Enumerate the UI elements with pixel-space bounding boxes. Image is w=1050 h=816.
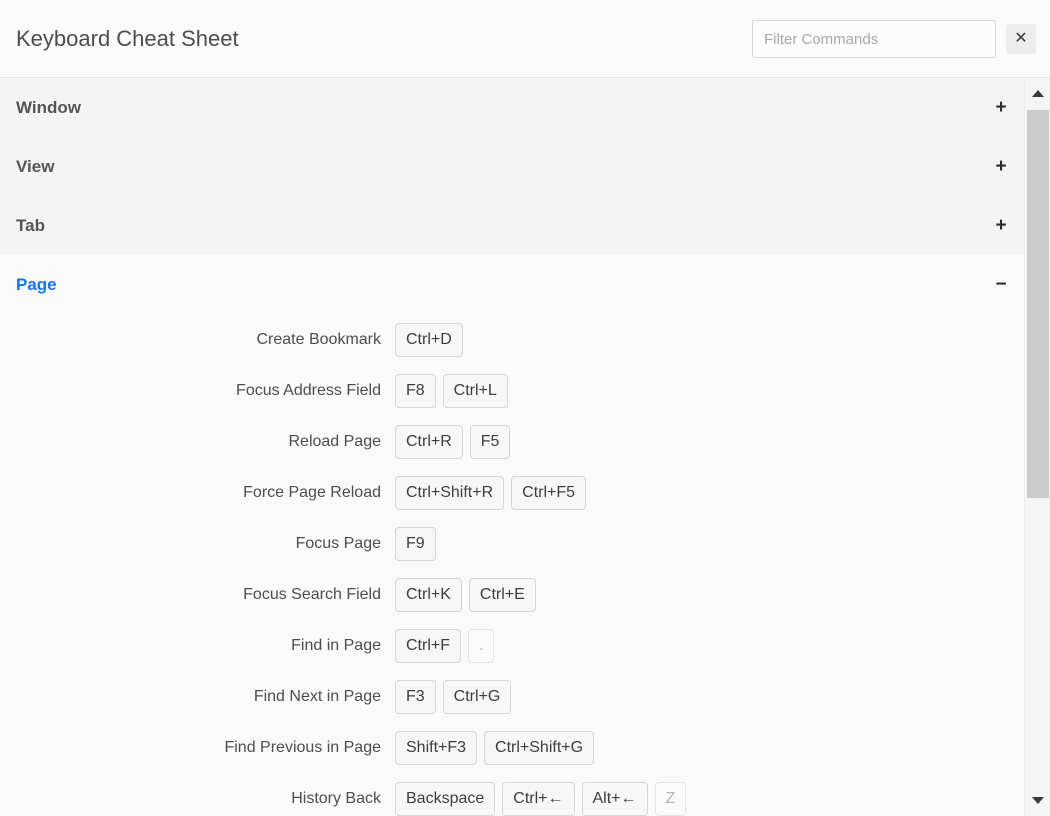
shortcut-keys: Ctrl+R F5	[395, 424, 511, 459]
collapse-icon[interactable]: −	[990, 255, 1012, 314]
shortcut-keys: Ctrl+F.	[395, 628, 495, 663]
scroll-down-button[interactable]	[1025, 786, 1050, 816]
shortcut-keys: Ctrl+D	[395, 322, 463, 357]
key-badge[interactable]: Ctrl+L	[442, 373, 508, 408]
expand-icon[interactable]: +	[990, 78, 1012, 137]
key-badge[interactable]: F3	[395, 679, 436, 714]
key-badge[interactable]: Ctrl+K	[395, 577, 462, 612]
key-badge[interactable]: Ctrl+E	[468, 577, 536, 612]
key-badge[interactable]: .	[468, 628, 495, 663]
key-badge[interactable]: Ctrl+F5	[511, 475, 587, 510]
key-badge[interactable]: Shift+F3	[395, 730, 478, 765]
key-badge[interactable]: Ctrl+Shift+G	[484, 730, 595, 765]
shortcut-keys: F3 Ctrl+G	[395, 679, 512, 714]
section-title: Page	[16, 275, 57, 294]
shortcut-label: Reload Page	[288, 432, 381, 450]
shortcut-list: Create Bookmark Ctrl+D Focus Address Field…	[0, 314, 1024, 816]
section-view: View +	[0, 137, 1024, 196]
shortcut-row: Focus Page F9	[0, 518, 1024, 569]
header-bar: Keyboard Cheat Sheet ✕	[0, 0, 1050, 78]
section-header-window[interactable]: Window +	[0, 78, 1024, 137]
expand-icon[interactable]: +	[990, 137, 1012, 196]
shortcut-row: Find Previous in Page Shift+F3 Ctrl+Shift+…	[0, 722, 1024, 773]
keyboard-cheat-sheet-window: Keyboard Cheat Sheet ✕ Window+View+Tab+P…	[0, 0, 1050, 816]
shortcut-keys: Ctrl+K Ctrl+E	[395, 577, 536, 612]
scrollbar-thumb[interactable]	[1027, 110, 1049, 498]
key-badge[interactable]: F9	[395, 526, 436, 561]
vertical-scrollbar[interactable]	[1024, 78, 1050, 816]
chevron-up-icon	[1031, 90, 1044, 97]
key-badge[interactable]: F5	[469, 424, 511, 459]
close-button[interactable]: ✕	[1006, 24, 1036, 54]
shortcut-label: Create Bookmark	[256, 330, 382, 348]
shortcut-label: Focus Address Field	[236, 381, 381, 399]
key-badge[interactable]: Ctrl+←	[502, 781, 575, 816]
section-header-tab[interactable]: Tab +	[0, 196, 1024, 255]
shortcut-row: Find Next in Page F3 Ctrl+G	[0, 671, 1024, 722]
shortcut-label: Find in Page	[291, 636, 381, 654]
chevron-down-icon	[1031, 797, 1044, 804]
shortcut-label: Force Page Reload	[243, 483, 381, 501]
shortcut-row: Focus Search Field Ctrl+K Ctrl+E	[0, 569, 1024, 620]
key-badge[interactable]: Ctrl+R	[395, 424, 463, 459]
shortcut-row: Find in Page Ctrl+F.	[0, 620, 1024, 671]
header-controls: ✕	[752, 20, 1036, 58]
sections-scroll-area: Window + View + Tab + Page − Create Bookmark Ctrl…	[0, 78, 1024, 816]
shortcut-row: History Back Backspace Ctrl+← Alt+← Z	[0, 773, 1024, 816]
section-window: Window +	[0, 78, 1024, 137]
key-badge[interactable]: Ctrl+G	[442, 679, 512, 714]
shortcut-keys: F8 Ctrl+L	[395, 373, 508, 408]
shortcut-keys: Ctrl+Shift+R Ctrl+F5	[395, 475, 587, 510]
shortcut-label: Focus Search Field	[243, 585, 381, 603]
shortcut-keys: Shift+F3 Ctrl+Shift+G	[395, 730, 595, 765]
shortcut-label: History Back	[291, 789, 381, 807]
expand-icon[interactable]: +	[990, 196, 1012, 255]
section-page: Page − Create Bookmark Ctrl+D Focus Address …	[0, 255, 1024, 816]
shortcut-row: Create Bookmark Ctrl+D	[0, 314, 1024, 365]
shortcut-keys: F9	[395, 526, 436, 561]
section-title: View	[16, 157, 55, 176]
section-title: Window	[16, 98, 81, 117]
section-header-page[interactable]: Page −	[0, 255, 1024, 314]
key-badge[interactable]: Ctrl+D	[395, 322, 463, 357]
key-badge[interactable]: Alt+←	[581, 781, 648, 816]
section-title: Tab	[16, 216, 45, 235]
key-badge[interactable]: Ctrl+Shift+R	[395, 475, 505, 510]
shortcut-row: Force Page Reload Ctrl+Shift+R Ctrl+F5	[0, 467, 1024, 518]
section-header-view[interactable]: View +	[0, 137, 1024, 196]
key-badge[interactable]: Z	[654, 781, 687, 816]
scroll-up-button[interactable]	[1025, 78, 1050, 108]
page-title: Keyboard Cheat Sheet	[16, 26, 239, 51]
filter-commands-input[interactable]	[752, 20, 996, 58]
shortcut-label: Focus Page	[295, 534, 381, 552]
shortcut-row: Focus Address Field F8 Ctrl+L	[0, 365, 1024, 416]
key-badge[interactable]: F8	[395, 373, 436, 408]
section-tab: Tab +	[0, 196, 1024, 255]
key-badge[interactable]: Ctrl+F	[395, 628, 461, 663]
shortcut-label: Find Previous in Page	[224, 738, 381, 756]
shortcut-label: Find Next in Page	[253, 687, 381, 705]
shortcut-row: Reload Page Ctrl+R F5	[0, 416, 1024, 467]
shortcut-keys: Backspace Ctrl+← Alt+← Z	[395, 781, 687, 816]
key-badge[interactable]: Backspace	[395, 781, 496, 816]
